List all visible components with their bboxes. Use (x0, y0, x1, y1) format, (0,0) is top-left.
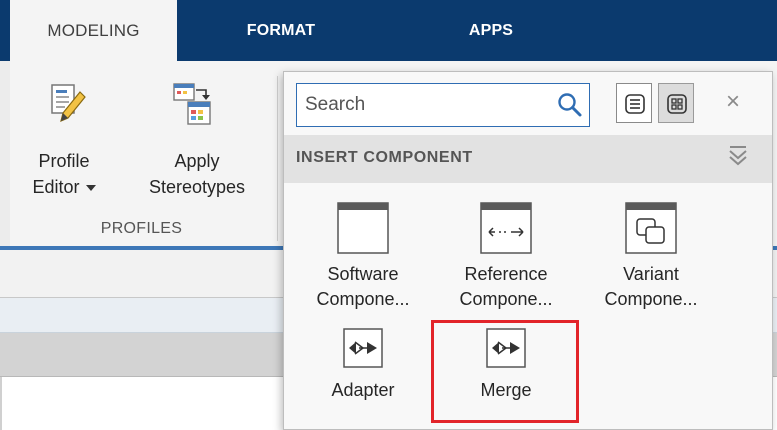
tab-apps[interactable]: APPS (446, 0, 536, 61)
search-box[interactable] (296, 83, 590, 127)
grid-view-icon (667, 94, 687, 114)
search-icon[interactable] (557, 92, 583, 123)
apply-stereotypes-label-2: Stereotypes (148, 177, 246, 197)
software-component-item[interactable]: Software Compone... (298, 202, 428, 312)
profile-editor-label-1: Profile (38, 151, 90, 171)
section-header: INSERT COMPONENT (284, 135, 772, 183)
reference-component-icon (480, 202, 532, 254)
ribbon-edge (0, 61, 10, 246)
section-title: INSERT COMPONENT (296, 149, 473, 166)
apply-stereotypes-icon (172, 82, 216, 135)
profiles-group-label: PROFILES (100, 220, 183, 237)
software-component-icon (337, 202, 389, 254)
profile-editor-label-2: Editor (32, 177, 80, 197)
variant-component-label-2: Compone... (604, 289, 698, 309)
reference-component-label-2: Compone... (459, 289, 553, 309)
canvas-left-border (0, 377, 2, 430)
software-component-label-1: Software (327, 264, 399, 284)
tab-modeling[interactable]: MODELING (10, 0, 177, 61)
search-input[interactable] (305, 90, 545, 120)
apply-stereotypes-label-1: Apply (174, 151, 220, 171)
toolstrip-tabs: MODELING FORMAT APPS (0, 0, 777, 61)
tab-format[interactable]: FORMAT (226, 0, 336, 61)
group-divider (277, 76, 278, 241)
dropdown-caret-icon[interactable] (85, 185, 96, 192)
adapter-item[interactable]: Adapter (298, 328, 428, 403)
variant-component-item[interactable]: Variant Compone... (586, 202, 716, 312)
variant-component-icon (625, 202, 677, 254)
reference-component-label-1: Reference (464, 264, 548, 284)
merge-highlight-box (431, 320, 579, 423)
apply-stereotypes-button[interactable]: Apply Stereotypes (132, 82, 262, 212)
grid-view-button[interactable] (658, 83, 694, 123)
reference-component-item[interactable]: Reference Compone... (441, 202, 571, 312)
adapter-icon (343, 328, 383, 368)
adapter-label: Adapter (331, 380, 395, 400)
profile-editor-button[interactable]: Profile Editor (14, 82, 114, 212)
list-view-button[interactable] (616, 83, 652, 123)
variant-component-label-1: Variant (623, 264, 679, 284)
software-component-label-2: Compone... (316, 289, 410, 309)
close-icon[interactable]: × (726, 88, 740, 116)
list-view-icon (625, 94, 645, 114)
profile-editor-icon (48, 82, 88, 133)
collapse-section-icon[interactable] (728, 145, 748, 174)
